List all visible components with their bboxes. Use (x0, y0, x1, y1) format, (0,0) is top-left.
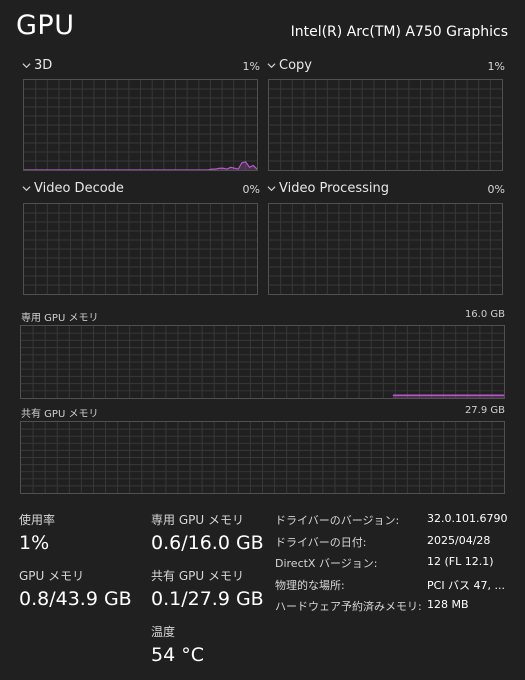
property-value: PCI バス 47, ... (427, 579, 506, 592)
property-key: 物理的な場所: (275, 579, 345, 592)
gpu-memory-stat-value: 0.8/43.9 GB (19, 588, 132, 610)
dedicated-memory-stat-value: 0.6/16.0 GB (151, 532, 264, 554)
engine-label: Video Decode (34, 181, 124, 196)
engine-percent: 1% (242, 60, 260, 73)
property-key: DirectX バージョン: (275, 557, 378, 570)
utilization-label: 使用率 (19, 513, 56, 527)
dedicated-memory-label: 専用 GPU メモリ (21, 313, 99, 324)
property-key: ハードウェア予約済みメモリ: (275, 600, 422, 613)
chevron-down-icon (22, 63, 31, 69)
engine-percent: 0% (487, 183, 505, 196)
engine-selector-3d[interactable]: 3D (22, 58, 52, 73)
shared-memory-stat-label: 共有 GPU メモリ (151, 569, 244, 583)
engine-selector-copy[interactable]: Copy (267, 58, 312, 73)
usage-chart (24, 204, 257, 294)
memory-chart (21, 422, 504, 493)
temperature-label: 温度 (151, 625, 176, 639)
engine-label: 3D (34, 58, 53, 73)
chevron-down-icon (267, 63, 276, 69)
chevron-down-icon (22, 186, 31, 192)
engine-selector-video-processing[interactable]: Video Processing (267, 181, 389, 196)
usage-chart (269, 80, 502, 170)
engine-graph-3d (23, 79, 258, 171)
adapter-name: Intel(R) Arc(TM) A750 Graphics (290, 24, 508, 40)
engine-graph-video-decode (23, 203, 258, 295)
shared-memory-stat-value: 0.1/27.9 GB (151, 588, 264, 610)
dedicated-memory-stat-label: 専用 GPU メモリ (151, 513, 244, 527)
shared-memory-graph (20, 421, 505, 494)
engine-percent: 0% (242, 183, 260, 196)
engine-graph-video-processing (268, 203, 503, 295)
utilization-value: 1% (19, 532, 50, 554)
property-value: 128 MB (427, 598, 469, 611)
engine-label: Copy (279, 58, 312, 73)
gpu-memory-stat-label: GPU メモリ (19, 569, 85, 583)
usage-chart (24, 80, 257, 170)
engine-label: Video Processing (279, 181, 389, 196)
dedicated-memory-graph (20, 325, 505, 399)
gpu-performance-panel: GPU Intel(R) Arc(TM) A750 Graphics 3D 1%… (0, 0, 525, 680)
property-value: 32.0.101.6790 (427, 512, 508, 525)
temperature-value: 54 °C (151, 644, 204, 666)
shared-memory-capacity: 27.9 GB (464, 405, 505, 416)
engine-graph-copy (268, 79, 503, 171)
page-title: GPU (16, 10, 75, 41)
shared-memory-label: 共有 GPU メモリ (21, 409, 99, 420)
property-key: ドライバーのバージョン: (275, 514, 400, 527)
chevron-down-icon (267, 186, 276, 192)
usage-chart (269, 204, 502, 294)
memory-chart (21, 326, 504, 398)
engine-percent: 1% (487, 60, 505, 73)
property-value: 2025/04/28 (427, 534, 491, 547)
property-value: 12 (FL 12.1) (427, 555, 494, 568)
engine-selector-video-decode[interactable]: Video Decode (22, 181, 124, 196)
property-key: ドライバーの日付: (275, 536, 367, 549)
dedicated-memory-capacity: 16.0 GB (464, 309, 505, 320)
